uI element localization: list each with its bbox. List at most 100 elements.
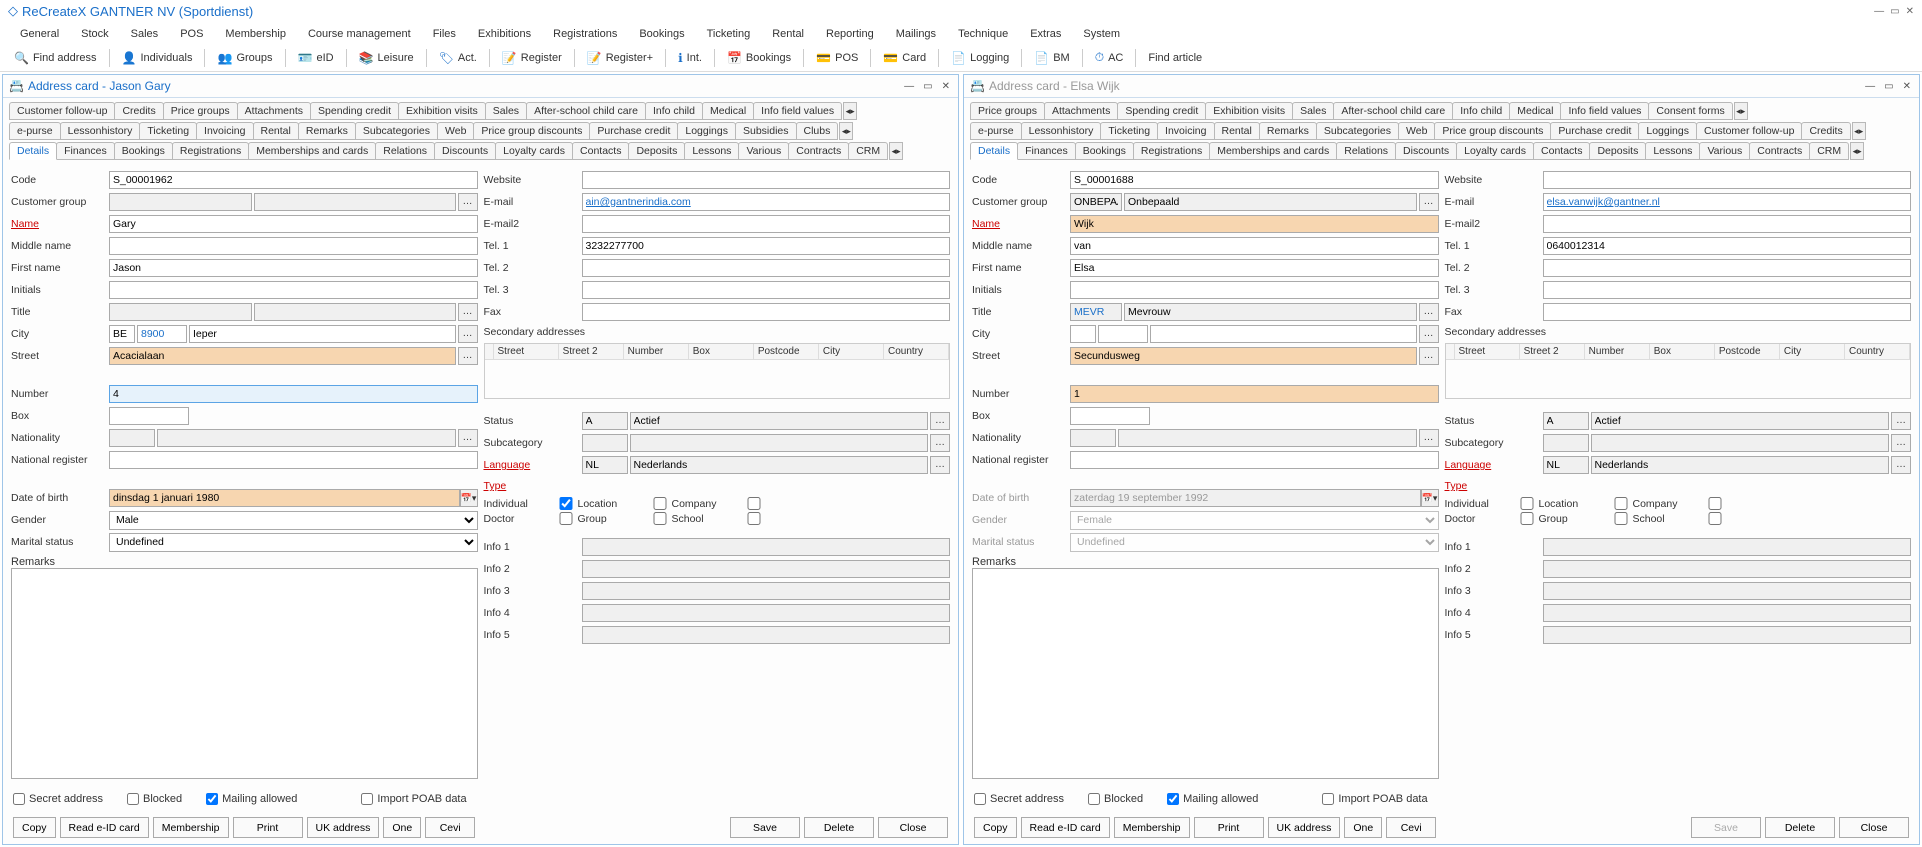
tab-invoicing[interactable]: Invoicing [196, 122, 253, 140]
restore-icon[interactable]: ▭ [1890, 6, 1899, 17]
tab-info-child[interactable]: Info child [1452, 102, 1510, 120]
company-checkbox[interactable] [746, 497, 762, 510]
status-lookup-button[interactable]: … [1891, 412, 1911, 430]
tab-price-group-discounts[interactable]: Price group discounts [473, 122, 590, 140]
card-maximize-icon[interactable]: ▭ [921, 81, 934, 92]
website-input[interactable] [582, 171, 951, 189]
tab-relations[interactable]: Relations [1336, 142, 1396, 160]
tab-deposits[interactable]: Deposits [1589, 142, 1646, 160]
status-text[interactable] [630, 412, 929, 430]
cevi-button[interactable]: Cevi [425, 817, 475, 838]
tab-loggings[interactable]: Loggings [1638, 122, 1697, 140]
nationality-code[interactable] [1070, 429, 1116, 447]
tab-contracts[interactable]: Contracts [788, 142, 849, 160]
customer-group-lookup-button[interactable]: … [458, 193, 478, 211]
copy-button[interactable]: Copy [13, 817, 56, 838]
print-button[interactable]: Print [233, 817, 303, 838]
toolbar-eid[interactable]: 🪪eID [290, 48, 342, 68]
close-icon[interactable]: ✕ [1906, 6, 1914, 17]
doctor-checkbox[interactable] [1519, 512, 1535, 525]
remarks-textarea[interactable] [972, 568, 1439, 779]
tab-ticketing[interactable]: Ticketing [139, 122, 197, 140]
menu-ticketing[interactable]: Ticketing [697, 26, 761, 40]
nationality-code[interactable] [109, 429, 155, 447]
info5-input[interactable] [582, 626, 951, 644]
info4-input[interactable] [582, 604, 951, 622]
tab-customer-follow-up[interactable]: Customer follow-up [1696, 122, 1802, 140]
menu-sales[interactable]: Sales [121, 26, 169, 40]
menu-technique[interactable]: Technique [948, 26, 1018, 40]
secret-address-checkbox[interactable] [13, 793, 25, 805]
tab-scroller[interactable]: ◂▸ [843, 102, 857, 120]
info3-input[interactable] [582, 582, 951, 600]
status-lookup-button[interactable]: … [930, 412, 950, 430]
dob-input[interactable] [109, 489, 460, 507]
tab-registrations[interactable]: Registrations [172, 142, 249, 160]
tab-exhibition-visits[interactable]: Exhibition visits [398, 102, 486, 120]
tab-invoicing[interactable]: Invoicing [1157, 122, 1214, 140]
title-code-input[interactable] [1070, 303, 1122, 321]
tab-spending-credit[interactable]: Spending credit [1117, 102, 1206, 120]
import-poab-checkbox[interactable] [361, 793, 373, 805]
menu-files[interactable]: Files [423, 26, 466, 40]
minimize-icon[interactable]: — [1874, 6, 1884, 17]
city-name[interactable] [189, 325, 456, 343]
tab-lessons[interactable]: Lessons [684, 142, 739, 160]
tab-sales[interactable]: Sales [1292, 102, 1334, 120]
secondary-addresses-grid[interactable]: StreetStreet 2NumberBoxPostcodeCityCount… [484, 343, 951, 399]
menu-rental[interactable]: Rental [762, 26, 814, 40]
tab-bookings[interactable]: Bookings [114, 142, 173, 160]
remarks-textarea[interactable] [11, 568, 478, 779]
tab-consent-forms[interactable]: Consent forms [1648, 102, 1732, 120]
email2-input[interactable] [582, 215, 951, 233]
name-input[interactable] [1070, 215, 1439, 233]
tab-rental[interactable]: Rental [1214, 122, 1260, 140]
tab-credits[interactable]: Credits [114, 102, 163, 120]
info2-input[interactable] [582, 560, 951, 578]
location-checkbox[interactable] [652, 497, 668, 510]
tab-attachments[interactable]: Attachments [237, 102, 311, 120]
status-text[interactable] [1591, 412, 1890, 430]
language-lookup-button[interactable]: … [1891, 456, 1911, 474]
email2-input[interactable] [1543, 215, 1912, 233]
tab-price-group-discounts[interactable]: Price group discounts [1434, 122, 1551, 140]
subcategory-lookup-button[interactable]: … [1891, 434, 1911, 452]
tab-bookings[interactable]: Bookings [1075, 142, 1134, 160]
toolbar-register-[interactable]: 📝Register+ [579, 48, 661, 68]
tab-purchase-credit[interactable]: Purchase credit [1550, 122, 1639, 140]
group-checkbox[interactable] [1613, 512, 1629, 525]
info1-input[interactable] [1543, 538, 1912, 556]
tab-purchase-credit[interactable]: Purchase credit [589, 122, 678, 140]
toolbar-leisure[interactable]: 📚Leisure [351, 48, 422, 68]
fax-input[interactable] [1543, 303, 1912, 321]
tab-info-field-values[interactable]: Info field values [1560, 102, 1649, 120]
school-checkbox[interactable] [746, 512, 762, 525]
tab-finances[interactable]: Finances [56, 142, 115, 160]
tab-contacts[interactable]: Contacts [572, 142, 629, 160]
street-lookup-button[interactable]: … [1419, 347, 1439, 365]
tab-ticketing[interactable]: Ticketing [1100, 122, 1158, 140]
street-input[interactable] [1070, 347, 1417, 365]
tab-contacts[interactable]: Contacts [1533, 142, 1590, 160]
marital-select[interactable]: Undefined [109, 533, 478, 552]
subcategory-text[interactable] [1591, 434, 1890, 452]
toolbar-act-[interactable]: 🏷Act. [431, 48, 485, 68]
doctor-checkbox[interactable] [558, 512, 574, 525]
print-button[interactable]: Print [1194, 817, 1264, 838]
menu-mailings[interactable]: Mailings [886, 26, 946, 40]
card-minimize-icon[interactable]: — [902, 81, 916, 92]
nationality-lookup-button[interactable]: … [1419, 429, 1439, 447]
close-button[interactable]: Close [1839, 817, 1909, 838]
tab-medical[interactable]: Medical [1509, 102, 1561, 120]
uk-address-button[interactable]: UK address [307, 817, 380, 838]
menu-membership[interactable]: Membership [215, 26, 296, 40]
tab-lessonhistory[interactable]: Lessonhistory [60, 122, 141, 140]
tab-deposits[interactable]: Deposits [628, 142, 685, 160]
customer-group-code[interactable] [109, 193, 252, 211]
tab-after-school-child-care[interactable]: After-school child care [1333, 102, 1453, 120]
toolbar-card[interactable]: 💳Card [875, 48, 934, 68]
card-maximize-icon[interactable]: ▭ [1882, 81, 1895, 92]
info1-input[interactable] [582, 538, 951, 556]
one-button[interactable]: One [1344, 817, 1382, 838]
card-close-icon[interactable]: ✕ [940, 81, 952, 92]
